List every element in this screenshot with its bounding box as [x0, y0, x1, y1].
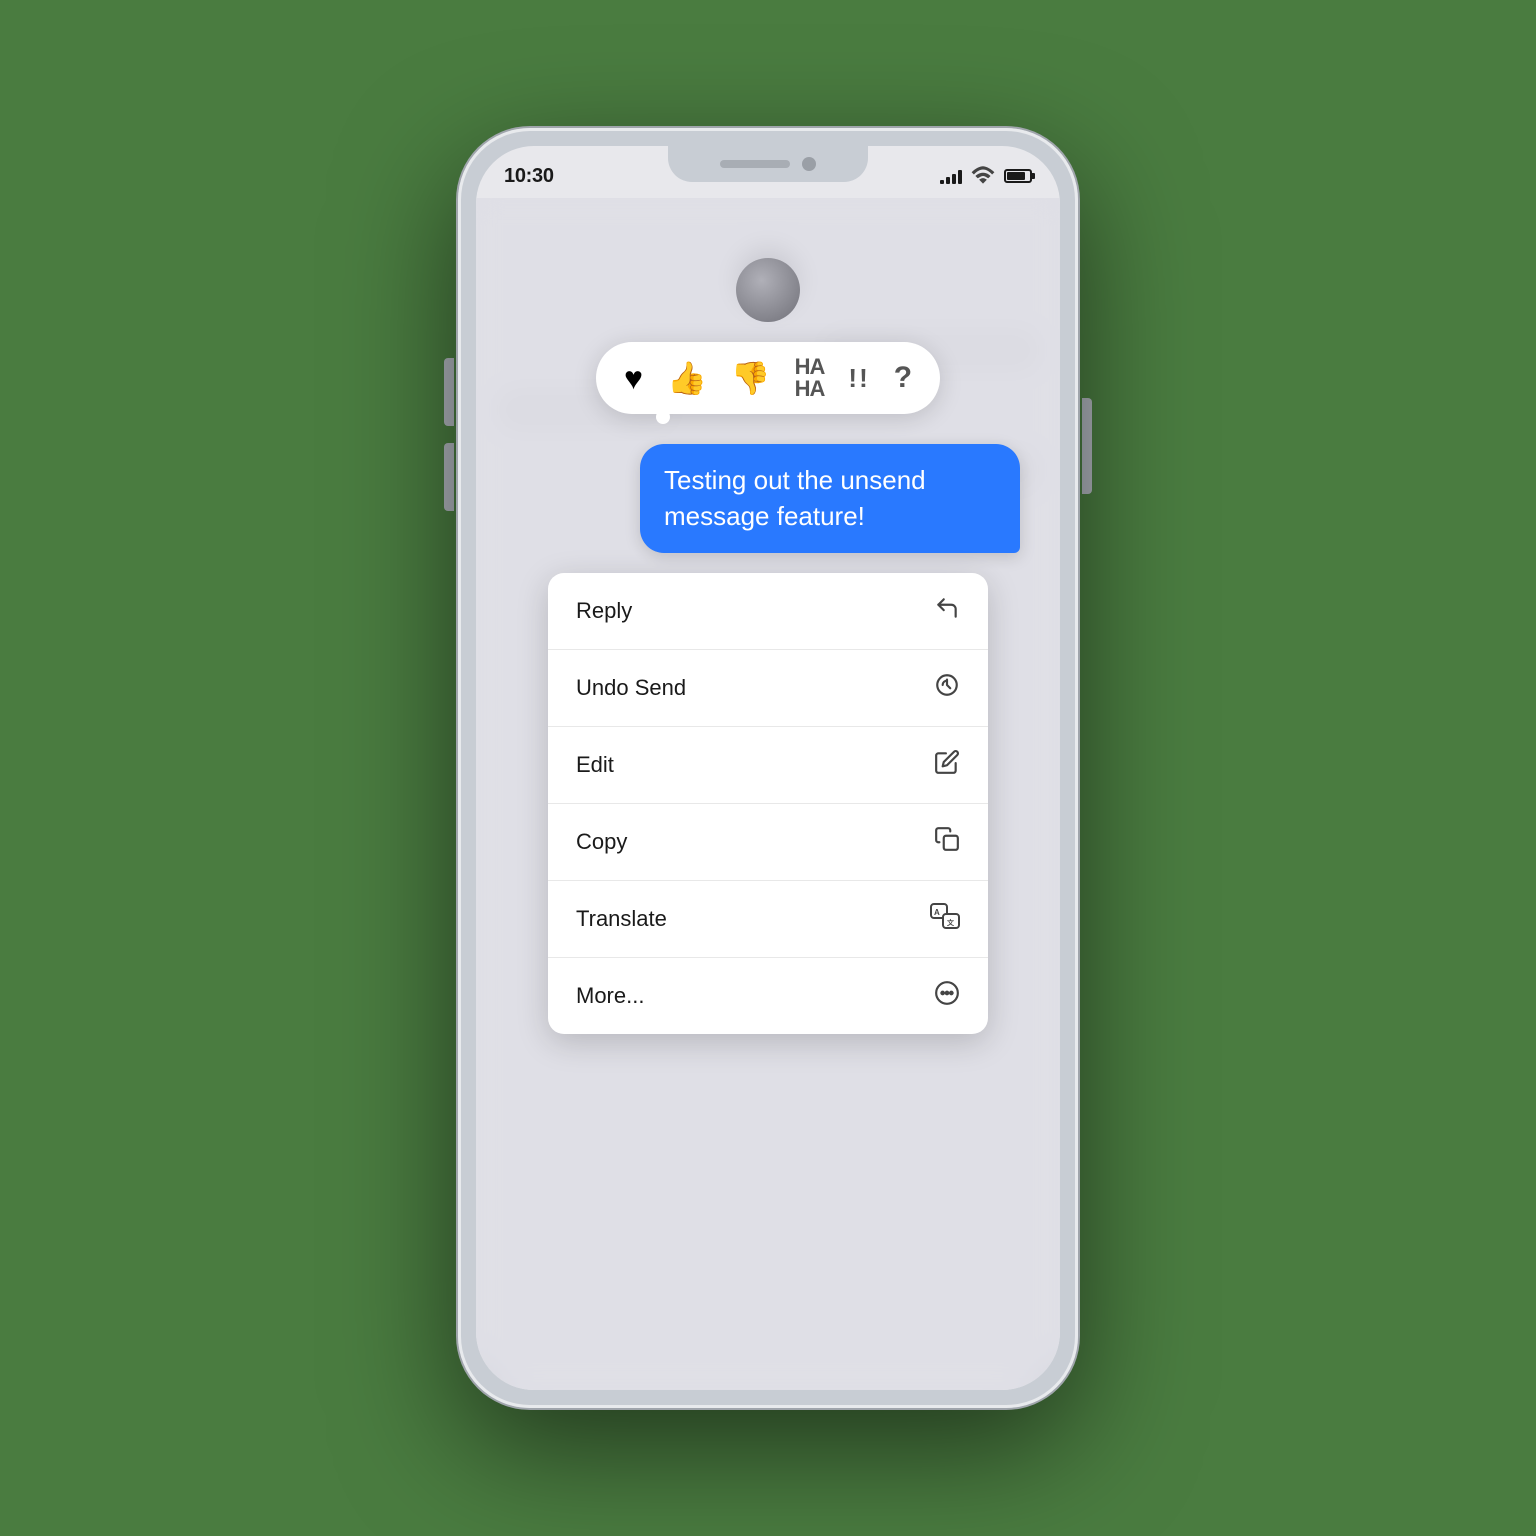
- speaker: [720, 160, 790, 168]
- front-camera: [802, 157, 816, 171]
- menu-item-undo-send-label: Undo Send: [576, 675, 686, 701]
- edit-icon: [934, 749, 960, 781]
- signal-icon: [940, 168, 962, 184]
- status-icons: [940, 163, 1032, 189]
- chat-area: ♥ 👍 👎 HAHA !! ? Testing out the unsend m…: [476, 198, 1060, 1390]
- reaction-question[interactable]: ?: [894, 361, 912, 395]
- menu-item-edit-label: Edit: [576, 752, 614, 778]
- reaction-thumbs-up[interactable]: 👍: [667, 362, 707, 394]
- menu-item-translate[interactable]: Translate A 文: [548, 881, 988, 958]
- reaction-emphasis[interactable]: !!: [848, 363, 869, 394]
- menu-item-reply[interactable]: Reply: [548, 573, 988, 650]
- copy-icon: [934, 826, 960, 858]
- wifi-icon: [970, 163, 996, 189]
- menu-item-translate-label: Translate: [576, 906, 667, 932]
- message-bubble: Testing out the unsend message feature!: [640, 444, 1020, 553]
- reaction-heart[interactable]: ♥: [624, 362, 643, 394]
- svg-text:文: 文: [947, 918, 955, 927]
- volume-down-button: [444, 443, 454, 511]
- menu-item-more-label: More...: [576, 983, 644, 1009]
- more-icon: [934, 980, 960, 1012]
- contact-avatar: [736, 258, 800, 322]
- translate-icon: A 文: [930, 903, 960, 935]
- context-menu: Reply Undo Send: [548, 573, 988, 1034]
- phone-mockup: 10:30: [458, 128, 1078, 1408]
- reaction-bar[interactable]: ♥ 👍 👎 HAHA !! ?: [596, 342, 940, 414]
- content-overlay: ♥ 👍 👎 HAHA !! ? Testing out the unsend m…: [476, 198, 1060, 1390]
- phone-screen: 10:30: [476, 146, 1060, 1390]
- reaction-haha[interactable]: HAHA: [795, 356, 825, 400]
- undo-send-icon: [934, 672, 960, 704]
- menu-item-copy[interactable]: Copy: [548, 804, 988, 881]
- power-button: [1082, 398, 1092, 494]
- reaction-thumbs-down[interactable]: 👎: [731, 362, 771, 394]
- reply-icon: [934, 595, 960, 627]
- menu-item-copy-label: Copy: [576, 829, 627, 855]
- svg-text:A: A: [934, 908, 940, 917]
- phone-frame: 10:30: [458, 128, 1078, 1408]
- volume-up-button: [444, 358, 454, 426]
- menu-item-more[interactable]: More...: [548, 958, 988, 1034]
- status-time: 10:30: [504, 165, 554, 188]
- notch: [668, 146, 868, 182]
- menu-item-undo-send[interactable]: Undo Send: [548, 650, 988, 727]
- menu-item-edit[interactable]: Edit: [548, 727, 988, 804]
- menu-item-reply-label: Reply: [576, 598, 632, 624]
- battery-icon: [1004, 169, 1032, 183]
